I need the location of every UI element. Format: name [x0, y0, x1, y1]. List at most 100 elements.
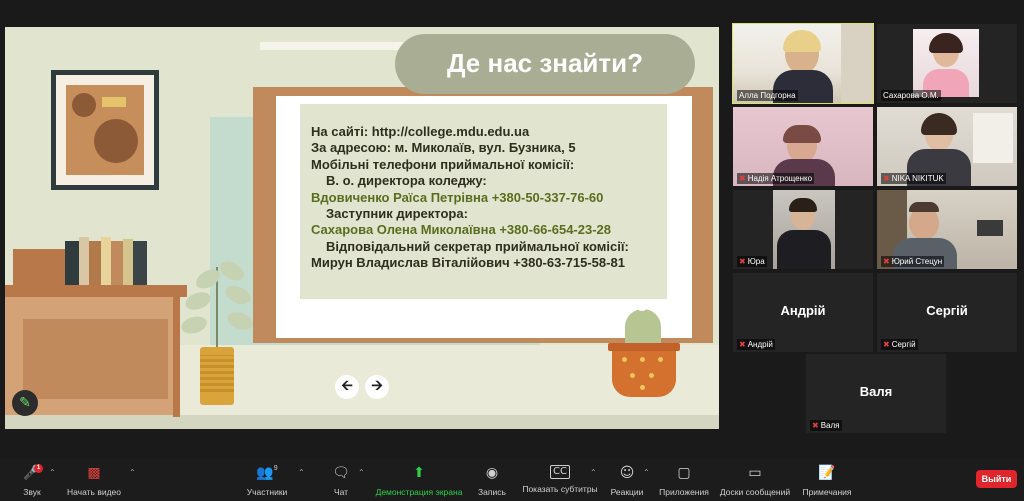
participant-tile[interactable]: Сергій ✖ Сергій — [877, 273, 1017, 352]
book-illustration — [89, 241, 101, 287]
participant-name: ✖ Андрій — [737, 339, 775, 350]
desk-drawer — [23, 319, 168, 399]
share-screen-button[interactable]: ⬆ Демонстрация экрана — [374, 458, 464, 501]
participant-tile[interactable]: ✖ Юрий Стецун — [877, 190, 1017, 269]
participants-options-caret[interactable]: ⌃ — [298, 468, 305, 477]
start-video-button[interactable]: ▩ Начать видео — [64, 458, 124, 501]
participant-name: ✖ Валя — [810, 420, 842, 431]
slide-title: Де нас знайти? — [446, 48, 644, 78]
book-illustration — [65, 241, 79, 287]
video-options-caret[interactable]: ⌃ — [129, 468, 136, 477]
participants-icon: 👥9 — [256, 465, 278, 481]
participants-count: 9 — [273, 465, 278, 472]
meeting-toolbar: 🎤 Звук 1 ⌃ ▩ Начать видео ⌃ 👥9 Участники… — [0, 458, 1024, 501]
mic-muted-icon: ✖ — [739, 257, 746, 266]
cactus-flower — [637, 303, 647, 311]
participant-display-name: Валя — [859, 384, 893, 399]
whiteboard-icon: ▭ — [748, 465, 762, 481]
address-line: За адресою: м. Миколаїв, вул. Бузника, 5 — [311, 140, 576, 156]
cactus-pot-rim — [608, 343, 680, 351]
mic-muted-icon: ✖ — [812, 421, 819, 430]
prev-slide-button[interactable]: 🡨 — [335, 375, 359, 399]
book-illustration — [123, 239, 133, 287]
share-screen-label: Демонстрация экрана — [375, 487, 463, 497]
smiley-icon: ☺ — [619, 465, 635, 481]
participant-tile[interactable]: ✖ Надія Атрощенко — [733, 107, 873, 186]
share-screen-icon: ⬆ — [413, 465, 425, 481]
participant-display-name: Андрій — [780, 303, 826, 318]
record-label: Запись — [478, 487, 506, 497]
notes-label: Примечания — [802, 487, 852, 497]
subtitles-options-caret[interactable]: ⌃ — [590, 468, 597, 477]
apps-label: Приложения — [659, 487, 709, 497]
participants-button[interactable]: 👥9 Участники — [240, 458, 294, 501]
participant-tile[interactable]: Валя ✖ Валя — [806, 354, 946, 433]
desk-leg — [173, 297, 180, 417]
director-contact: Вдовиченко Раїса Петрівна +380-50-337-76… — [311, 189, 604, 205]
arrow-left-icon: 🡨 — [341, 378, 353, 394]
leave-button[interactable]: Выйти — [976, 470, 1017, 488]
participant-tile[interactable]: Андрій ✖ Андрій — [733, 273, 873, 352]
book-illustration — [101, 237, 111, 287]
reactions-button[interactable]: ☺ Реакции — [608, 458, 646, 501]
book-illustration — [111, 241, 123, 287]
audio-button[interactable]: 🎤 Звук 1 — [18, 458, 46, 501]
audio-label: Звук — [23, 487, 41, 497]
book-illustration — [79, 237, 89, 287]
site-line: На сайті: http://college.mdu.edu.ua — [311, 124, 530, 139]
chat-icon: 🗨 — [332, 465, 350, 481]
next-slide-button[interactable]: 🡪 — [365, 375, 389, 399]
participant-name: ✖ NIKA NIKITUK — [881, 173, 946, 184]
slide-floor-shadow — [5, 415, 719, 429]
chat-label: Чат — [333, 487, 349, 497]
apps-icon: ▢ — [677, 465, 691, 481]
show-subtitles-button[interactable]: CC Показать субтитры — [520, 458, 600, 501]
participants-label: Участники — [246, 487, 288, 497]
whiteboards-button[interactable]: ▭ Доски сообщений — [718, 458, 792, 501]
shared-screen: На сайті: http://college.mdu.edu.ua За а… — [5, 27, 719, 429]
notes-icon: 📝 — [818, 465, 836, 481]
secretary-contact: Мирун Владислав Віталійович +380-63-715-… — [311, 255, 625, 271]
phones-heading: Мобільні телефони приймальної комісії: — [311, 156, 575, 172]
annotate-button[interactable]: ✎ — [12, 390, 38, 416]
video-off-icon: ▩ — [87, 465, 101, 481]
participant-name: ✖ Надія Атрощенко — [737, 173, 815, 184]
cactus-pot — [612, 347, 676, 397]
participant-tile[interactable]: ✖ Юра — [733, 190, 873, 269]
arrow-right-icon: 🡪 — [371, 378, 383, 394]
participant-tile[interactable]: Алла Подгорна — [732, 23, 874, 104]
director-role: В. о. директора коледжу: — [326, 173, 487, 189]
board-text-panel: На сайті: http://college.mdu.edu.ua За а… — [300, 104, 667, 299]
book-illustration — [133, 241, 147, 287]
participant-name: Сахарова О.М. — [881, 90, 941, 101]
participant-name: ✖ Юрий Стецун — [881, 256, 945, 267]
apps-button[interactable]: ▢ Приложения — [657, 458, 711, 501]
notes-button[interactable]: 📝 Примечания — [800, 458, 854, 501]
participant-tile[interactable]: ✖ NIKA NIKITUK — [877, 107, 1017, 186]
chat-button[interactable]: 🗨 Чат — [326, 458, 356, 501]
audio-alert-badge: 1 — [34, 464, 43, 473]
reactions-label: Реакции — [610, 487, 644, 497]
participant-name: Алла Подгорна — [737, 90, 798, 101]
reactions-options-caret[interactable]: ⌃ — [643, 468, 650, 477]
mic-muted-icon: ✖ — [883, 340, 890, 349]
participant-name: ✖ Юра — [737, 256, 767, 267]
chair-illustration — [13, 249, 65, 285]
participant-tile[interactable]: Сахарова О.М. — [877, 24, 1017, 103]
record-button[interactable]: ◉ Запись — [475, 458, 509, 501]
chat-options-caret[interactable]: ⌃ — [358, 468, 365, 477]
mic-muted-icon: ✖ — [883, 257, 890, 266]
wall-picture-illustration — [51, 70, 159, 190]
whiteboards-label: Доски сообщений — [719, 487, 791, 497]
zoom-meeting-window: На сайті: http://college.mdu.edu.ua За а… — [0, 0, 1024, 501]
pen-icon: ✎ — [19, 395, 31, 411]
audio-options-caret[interactable]: ⌃ — [49, 468, 56, 477]
show-subtitles-label: Показать субтитры — [522, 484, 598, 494]
desk-top — [5, 285, 187, 297]
secretary-role: Відповідальний секретар приймальної комі… — [326, 238, 629, 254]
start-video-label: Начать видео — [66, 487, 121, 497]
record-icon: ◉ — [485, 465, 499, 481]
mic-muted-icon: ✖ — [739, 340, 746, 349]
participant-name: ✖ Сергій — [881, 339, 918, 350]
mic-muted-icon: ✖ — [739, 174, 746, 183]
